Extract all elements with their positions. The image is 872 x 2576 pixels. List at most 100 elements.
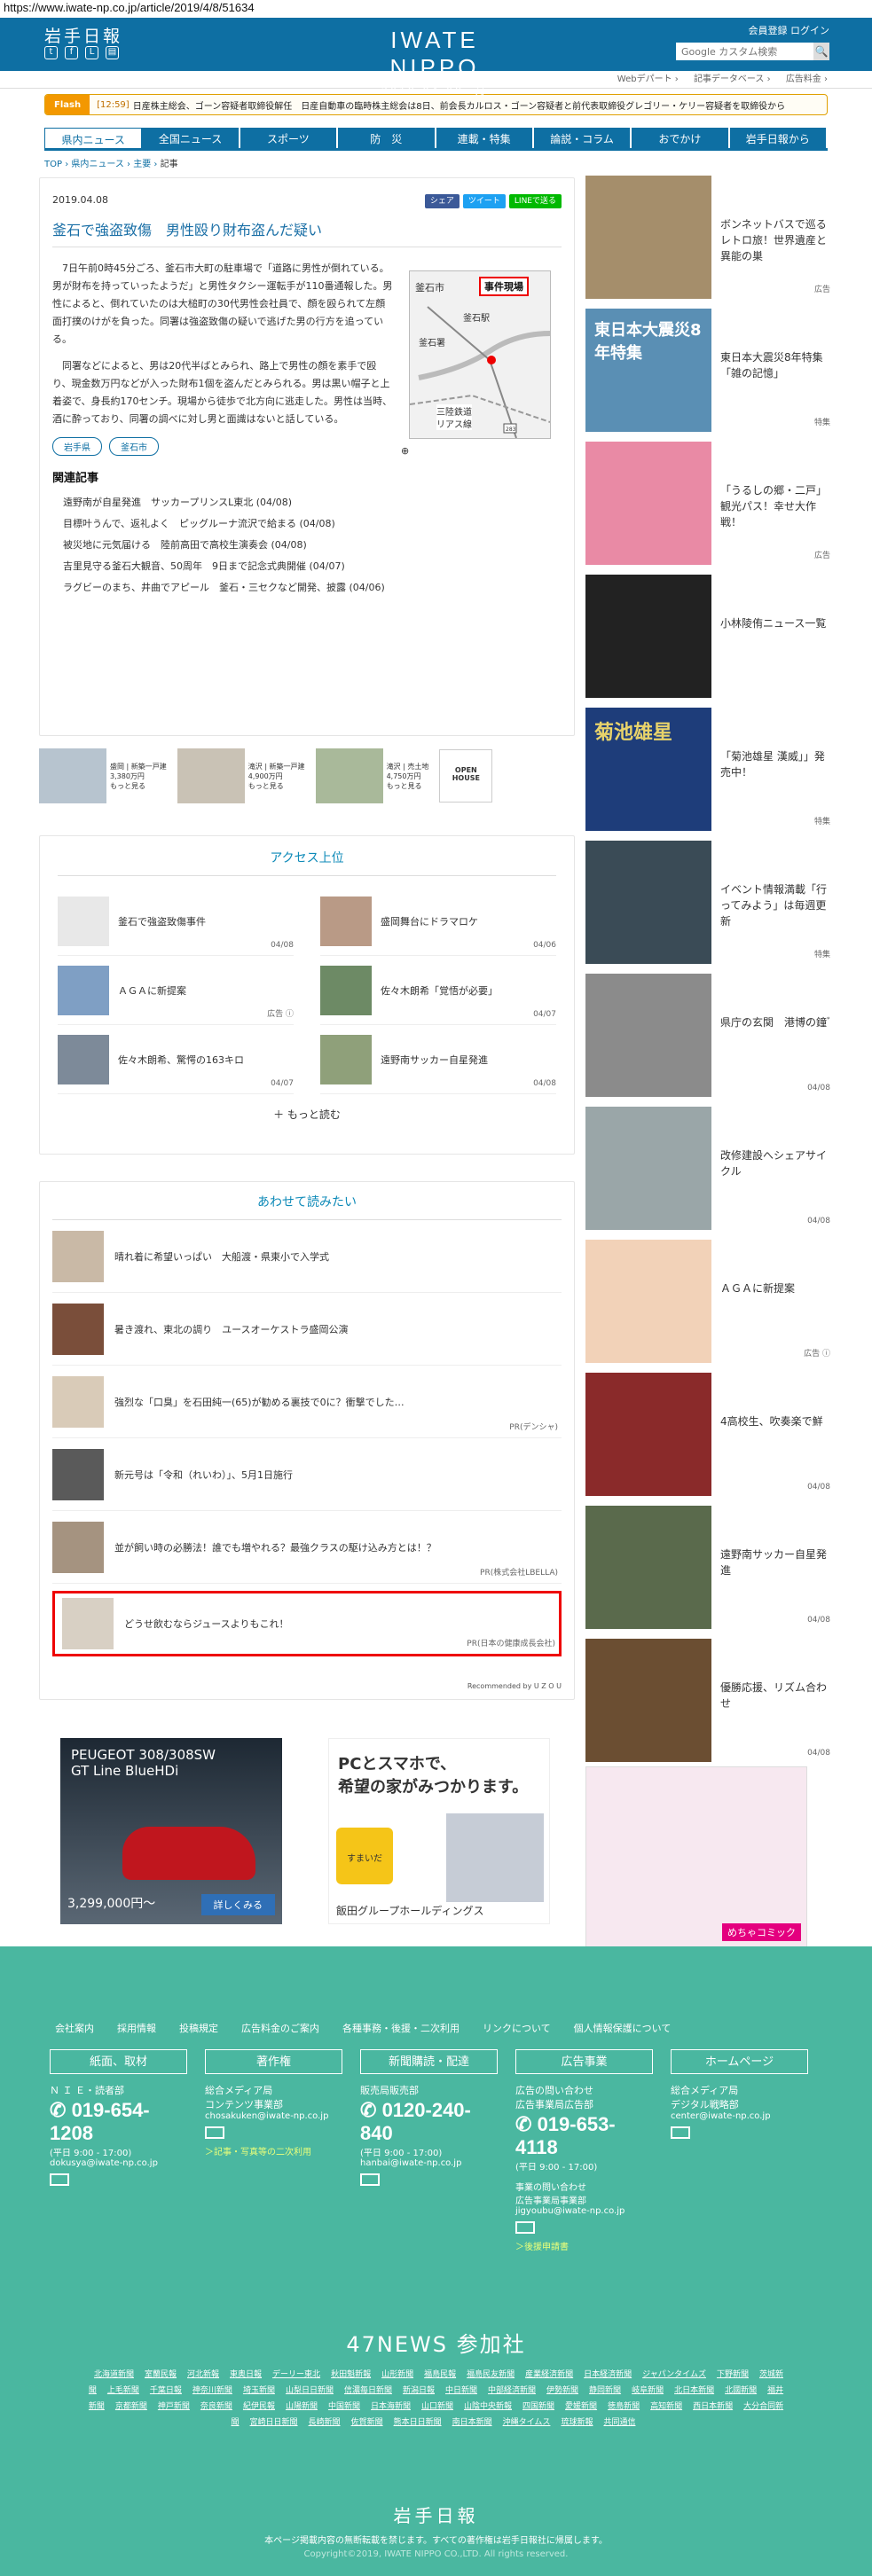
member-paper-link[interactable]: 西日本新聞 bbox=[693, 2402, 733, 2411]
mail-icon[interactable] bbox=[360, 2173, 380, 2186]
contact-note-link[interactable]: ＞記事・写真等の二次利用 bbox=[205, 2144, 342, 2157]
footer-logo[interactable]: 岩手日報 bbox=[0, 2502, 872, 2527]
member-paper-link[interactable]: 熊本日日新聞 bbox=[394, 2418, 442, 2427]
iida-ad[interactable]: PCとスマホで、 希望の家がみつかります。 すまいだ 飯田グループホールディング… bbox=[328, 1738, 550, 1924]
related-link[interactable]: 遠野南が自星発進 サッカープリンスL東北 (04/08) bbox=[63, 492, 562, 513]
footer-link[interactable]: 広告料金のご案内 bbox=[241, 2021, 319, 2035]
nav-national-news[interactable]: 全国ニュース bbox=[142, 128, 240, 148]
tag-iwate[interactable]: 岩手県 bbox=[52, 437, 102, 456]
member-paper-link[interactable]: 産業経済新聞 bbox=[525, 2370, 573, 2379]
member-paper-link[interactable]: 福島民友新聞 bbox=[467, 2370, 515, 2379]
sidebar-item[interactable]: 改修建設へシェアサイクル 04/08 bbox=[585, 1107, 834, 1240]
comic-ad[interactable]: めちゃコミック bbox=[585, 1766, 807, 1947]
member-paper-link[interactable]: デーリー東北 bbox=[272, 2370, 320, 2379]
peugeot-ad[interactable]: PEUGEOT 308/308SW GT Line BlueHDi 3,299,… bbox=[60, 1738, 282, 1924]
ranking-item[interactable]: 釜石で強盗致傷事件 04/08 bbox=[58, 887, 294, 956]
footer-link[interactable]: 各種事務・後援・二次利用 bbox=[342, 2021, 460, 2035]
member-paper-link[interactable]: 神奈川新聞 bbox=[192, 2386, 232, 2395]
related-link[interactable]: 吉里見守る釜石大観音、50周年 9日まで記念式典開催 (04/07) bbox=[63, 556, 562, 577]
member-paper-link[interactable]: 山梨日日新聞 bbox=[286, 2386, 334, 2395]
contact-note-link[interactable]: ＞後援申請書 bbox=[515, 2239, 653, 2252]
member-paper-link[interactable]: 四国新聞 bbox=[522, 2402, 554, 2411]
sidebar-item[interactable]: ＡＧＡに新提案 広告 ⓘ bbox=[585, 1240, 834, 1373]
recommend-item[interactable]: 暑き渡れ、東北の調り ユースオーケストラ盛岡公演 bbox=[52, 1293, 562, 1366]
member-paper-link[interactable]: 山口新聞 bbox=[421, 2402, 453, 2411]
property-ad[interactable]: 滝沢 | 売土地 4,750万円 もっと見る bbox=[315, 748, 428, 803]
zoom-icon[interactable]: ⊕ bbox=[401, 445, 409, 457]
site-logo[interactable]: 岩手日報 bbox=[44, 23, 122, 47]
ranking-item[interactable]: 盛岡舞台にドラマロケ 04/06 bbox=[320, 887, 556, 956]
ranking-item[interactable]: 佐々木朗希、驚愕の163キロ 04/07 bbox=[58, 1025, 294, 1094]
member-paper-link[interactable]: 北海道新聞 bbox=[94, 2370, 134, 2379]
contact-heading[interactable]: 著作権 bbox=[205, 2049, 342, 2074]
sidebar-item[interactable]: 4高校生、吹奏楽で鮮 04/08 bbox=[585, 1373, 834, 1506]
member-paper-link[interactable]: 下野新聞 bbox=[717, 2370, 749, 2379]
footer-link[interactable]: 会社案内 bbox=[55, 2021, 94, 2035]
breadcrumb-local[interactable]: 県内ニュース bbox=[71, 160, 124, 169]
contact-email[interactable]: jigyoubu@iwate-np.co.jp bbox=[515, 2206, 653, 2216]
breadcrumb-top[interactable]: TOP bbox=[44, 160, 62, 169]
member-paper-link[interactable]: 共同通信 bbox=[603, 2418, 635, 2427]
member-paper-link[interactable]: 新潟日報 bbox=[403, 2386, 435, 2395]
member-paper-link[interactable]: 南日本新聞 bbox=[452, 2418, 492, 2427]
sublink-adrates[interactable]: 広告料金 › bbox=[786, 74, 828, 84]
member-paper-link[interactable]: 中部経済新聞 bbox=[488, 2386, 536, 2395]
footer-link[interactable]: リンクについて bbox=[483, 2021, 551, 2035]
member-paper-link[interactable]: 高知新聞 bbox=[650, 2402, 682, 2411]
uzou-credit[interactable]: Recommended by U Z O U bbox=[467, 1682, 562, 1690]
footer-link[interactable]: 投稿規定 bbox=[179, 2021, 218, 2035]
member-paper-link[interactable]: 北國新聞 bbox=[725, 2386, 757, 2395]
sidebar-item[interactable]: 優勝応援、リズム合わせ 04/08 bbox=[585, 1639, 834, 1772]
member-paper-link[interactable]: 北日本新聞 bbox=[674, 2386, 714, 2395]
mail-icon[interactable] bbox=[50, 2173, 69, 2186]
recommend-item[interactable]: 強烈な「口臭」を石田純一(65)が勧める裏技で0に？衝撃でした… PR(デンシャ) bbox=[52, 1366, 562, 1438]
member-paper-link[interactable]: 福島民報 bbox=[424, 2370, 456, 2379]
member-paper-link[interactable]: 日本経済新聞 bbox=[584, 2370, 632, 2379]
openhouse-logo[interactable]: OPEN HOUSE bbox=[439, 749, 493, 803]
phone-number[interactable]: ✆ 019-654-1208 bbox=[50, 2099, 187, 2145]
center-title[interactable]: IWATE NIPPO bbox=[346, 27, 523, 82]
member-paper-link[interactable]: 秋田魁新報 bbox=[331, 2370, 371, 2379]
sidebar-item[interactable]: 遠野南サッカー自星発進 04/08 bbox=[585, 1506, 834, 1639]
property-ad-strip[interactable]: 盛岡 | 新築一戸建 3,380万円 もっと見る 滝沢 | 新築一戸建 4,900万円… bbox=[39, 745, 575, 807]
member-paper-link[interactable]: 京都新聞 bbox=[115, 2402, 147, 2411]
property-ad-more[interactable]: もっと見る bbox=[110, 781, 167, 791]
mail-icon[interactable] bbox=[205, 2126, 224, 2139]
search-icon[interactable]: 🔍 bbox=[813, 43, 829, 60]
member-paper-link[interactable]: 中日新聞 bbox=[445, 2386, 477, 2395]
facebook-share-button[interactable]: シェア bbox=[424, 194, 460, 208]
sidebar-item[interactable]: ボンネットバスで巡るレトロ旅！世界遺産と異能の巣 広告 bbox=[585, 176, 834, 309]
incident-map[interactable]: 283 事件現場 釜石市 釜石駅 釜石署 三陸鉄道 リアス線 ⊕ bbox=[401, 270, 551, 457]
contact-email[interactable]: hanbai@iwate-np.co.jp bbox=[360, 2158, 498, 2168]
member-paper-link[interactable]: 宮崎日日新聞 bbox=[250, 2418, 298, 2427]
nav-disaster[interactable]: 防 災 bbox=[338, 128, 436, 148]
twitter-icon[interactable]: t bbox=[44, 46, 58, 59]
sidebar-item[interactable]: 東日本大震災8年特集 東日本大震災8年特集「雑の記憶」 特集 bbox=[585, 309, 834, 442]
nav-outing[interactable]: おでかけ bbox=[632, 128, 730, 148]
member-paper-link[interactable]: 室蘭民報 bbox=[145, 2370, 177, 2379]
line-icon[interactable]: L bbox=[85, 46, 98, 59]
nav-opinion[interactable]: 論説・コラム bbox=[533, 128, 632, 148]
contact-heading[interactable]: 紙面、取材 bbox=[50, 2049, 187, 2074]
member-paper-link[interactable]: 山陽新聞 bbox=[286, 2402, 318, 2411]
nav-local-news[interactable]: 県内ニュース bbox=[44, 128, 143, 148]
contact-heading[interactable]: 新聞購読・配達 bbox=[360, 2049, 498, 2074]
member-paper-link[interactable]: 沖縄タイムス bbox=[503, 2418, 551, 2427]
details-button[interactable]: 詳しくみる bbox=[200, 1894, 275, 1915]
contact-email[interactable]: center@iwate-np.co.jp bbox=[671, 2111, 808, 2121]
sidebar-item[interactable]: 小林陵侑ニュース一覧 bbox=[585, 575, 834, 708]
contact-email[interactable]: dokusya@iwate-np.co.jp bbox=[50, 2158, 187, 2168]
nav-from-nippo[interactable]: 岩手日報から bbox=[729, 128, 828, 148]
property-ad[interactable]: 滝沢 | 新築一戸建 4,900万円 もっと見る bbox=[177, 748, 305, 803]
member-paper-link[interactable]: 岐阜新聞 bbox=[632, 2386, 664, 2395]
footer-link[interactable]: 個人情報保護について bbox=[574, 2021, 672, 2035]
member-paper-link[interactable]: 愛媛新聞 bbox=[565, 2402, 597, 2411]
member-paper-link[interactable]: 神戸新聞 bbox=[158, 2402, 190, 2411]
recommend-item[interactable]: 並が飼い時の必勝法！誰でも増やれる？最強クラスの駆け込み方とは！？ PR(株式会社… bbox=[52, 1511, 562, 1584]
contact-heading[interactable]: ホームページ bbox=[671, 2049, 808, 2074]
recommend-item[interactable]: 新元号は「令和（れいわ）」、5月1日施行 bbox=[52, 1438, 562, 1511]
tag-kamaishi[interactable]: 釜石市 bbox=[109, 437, 159, 456]
member-paper-link[interactable]: 上毛新聞 bbox=[107, 2386, 139, 2395]
member-paper-link[interactable]: 日本海新聞 bbox=[371, 2402, 411, 2411]
member-paper-link[interactable]: 長崎新聞 bbox=[309, 2418, 341, 2427]
